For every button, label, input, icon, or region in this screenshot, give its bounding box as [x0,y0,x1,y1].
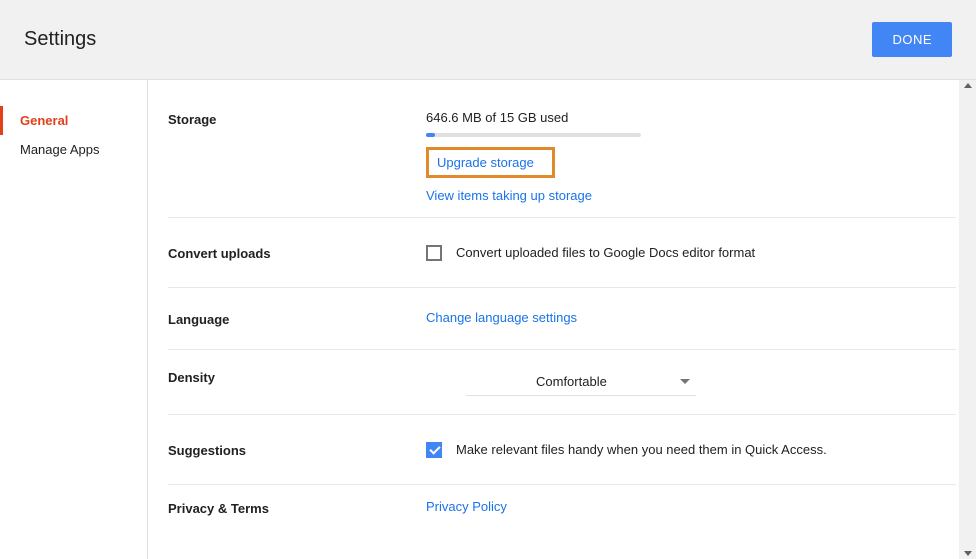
settings-content: Storage 646.6 MB of 15 GB used Upgrade s… [148,80,976,559]
content-scrollbar[interactable] [959,80,976,559]
upgrade-storage-highlight: Upgrade storage [426,147,555,178]
section-suggestions: Suggestions Make relevant files handy wh… [168,415,956,485]
chevron-down-icon [680,379,690,384]
settings-sidebar: General Manage Apps [0,80,148,559]
section-label-language: Language [168,310,426,327]
section-label-privacy: Privacy & Terms [168,499,426,518]
storage-progress-bar [426,133,641,137]
convert-checkbox-label: Convert uploaded files to Google Docs ed… [456,245,755,260]
section-body-convert: Convert uploaded files to Google Docs ed… [426,244,956,261]
section-body-language: Change language settings [426,310,956,327]
change-language-link[interactable]: Change language settings [426,310,577,325]
view-items-link[interactable]: View items taking up storage [426,188,592,203]
settings-body: General Manage Apps Storage 646.6 MB of … [0,80,976,559]
section-density: Density Comfortable [168,350,956,415]
section-privacy: Privacy & Terms Privacy Policy [168,485,956,532]
density-value: Comfortable [466,374,607,389]
sidebar-item-manage-apps[interactable]: Manage Apps [0,135,147,164]
storage-used-text: 646.6 MB of 15 GB used [426,110,956,125]
storage-progress-fill [426,133,435,137]
suggestions-checkbox-label: Make relevant files handy when you need … [456,442,827,457]
page-title: Settings [24,28,96,51]
sidebar-item-general[interactable]: General [0,106,147,135]
convert-checkbox[interactable] [426,245,442,261]
section-label-storage: Storage [168,110,426,203]
section-convert-uploads: Convert uploads Convert uploaded files t… [168,218,956,288]
section-label-suggestions: Suggestions [168,441,426,458]
privacy-policy-link[interactable]: Privacy Policy [426,499,956,514]
section-body-suggestions: Make relevant files handy when you need … [426,441,956,458]
section-body-storage: 646.6 MB of 15 GB used Upgrade storage V… [426,110,956,203]
density-dropdown[interactable]: Comfortable [466,368,696,396]
section-storage: Storage 646.6 MB of 15 GB used Upgrade s… [168,110,956,218]
section-body-privacy: Privacy Policy [426,499,956,518]
scroll-up-icon[interactable] [964,83,972,88]
section-body-density: Comfortable [426,368,956,396]
suggestions-checkbox[interactable] [426,442,442,458]
upgrade-storage-link[interactable]: Upgrade storage [437,155,534,170]
done-button[interactable]: DONE [872,22,952,57]
scroll-down-icon[interactable] [964,551,972,556]
section-label-density: Density [168,368,426,396]
section-label-convert: Convert uploads [168,244,426,261]
settings-header: Settings DONE [0,0,976,80]
section-language: Language Change language settings [168,288,956,350]
